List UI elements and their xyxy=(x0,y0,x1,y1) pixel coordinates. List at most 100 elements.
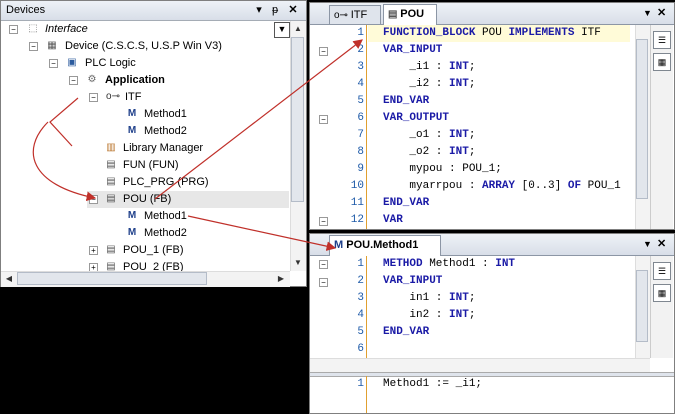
device-icon: ▦ xyxy=(47,40,57,51)
fold-var-input-icon[interactable]: − xyxy=(319,278,328,287)
fold-var-input-icon[interactable]: − xyxy=(319,47,328,56)
tab-itf[interactable]: o⊸ ITF xyxy=(329,5,381,24)
code-line[interactable]: Method1 := _i1; xyxy=(383,376,633,393)
collapse-icon[interactable]: − xyxy=(49,59,58,68)
expand-icon[interactable]: + xyxy=(89,263,98,271)
scroll-left-icon[interactable]: ◀ xyxy=(2,272,16,286)
table-view-button[interactable]: ▦ xyxy=(653,53,671,71)
code-line[interactable]: _i1 : INT; xyxy=(383,59,633,76)
method-horizontal-scrollbar[interactable] xyxy=(310,358,650,373)
plc-logic-icon: ▣ xyxy=(67,57,77,68)
code-line[interactable]: VAR_INPUT xyxy=(383,273,633,290)
tab-pou[interactable]: ▤ POU xyxy=(383,4,437,25)
text-view-button[interactable]: ☰ xyxy=(653,262,671,280)
method-scroll-thumb[interactable] xyxy=(636,270,648,342)
method-icon: M xyxy=(127,210,137,221)
code-line[interactable]: _o2 : INT; xyxy=(383,144,633,161)
devices-scroll-thumb[interactable] xyxy=(291,37,304,202)
code-line[interactable]: in2 : INT; xyxy=(383,307,633,324)
method-editor-panel: M POU.Method1 ▼ ✕ 123456 − − METHOD Meth… xyxy=(309,233,675,414)
scroll-right-icon[interactable]: ▶ xyxy=(274,272,288,286)
dropdown-arrow-icon[interactable]: ▾ xyxy=(253,4,265,16)
tree-item-pou-method2[interactable]: M Method2 xyxy=(125,225,285,242)
pou-editor-panel: o⊸ ITF ▤ POU ▼ ✕ 1 2 3 4 5 6 7 8 9 10 11 12 − − − F… xyxy=(309,2,675,230)
close-icon[interactable]: ✕ xyxy=(287,4,299,16)
tree-item-plc-logic[interactable]: − ▣ PLC Logic xyxy=(49,55,289,72)
devices-panel: Devices ▾ ᵽ ✕ − ⬚ Interface ▼ − ▦ Device… xyxy=(0,0,307,287)
tree-item-interface[interactable]: − ⬚ Interface xyxy=(9,21,279,38)
line-number: 4 xyxy=(357,309,364,321)
line-number: 3 xyxy=(357,61,364,73)
code-line[interactable]: END_VAR xyxy=(383,195,633,212)
library-books-icon: ▥ xyxy=(106,142,116,153)
tree-item-device[interactable]: − ▦ Device (C.S.C.S, U.S.P Win V3) xyxy=(29,38,289,55)
close-icon[interactable]: ✕ xyxy=(657,237,666,250)
collapse-icon[interactable]: − xyxy=(9,25,18,34)
fold-var-output-icon[interactable]: − xyxy=(319,115,328,124)
application-icon: ⚙ xyxy=(87,74,97,85)
fold-method-icon[interactable]: − xyxy=(319,260,328,269)
method-icon: M xyxy=(127,108,137,119)
tab-pou-method1[interactable]: M POU.Method1 xyxy=(329,235,441,256)
code-line[interactable]: _i2 : INT; xyxy=(383,76,633,93)
pin-icon[interactable]: ᵽ xyxy=(269,4,281,16)
collapse-icon[interactable]: − xyxy=(29,42,38,51)
close-icon[interactable]: ✕ xyxy=(657,6,666,19)
tree-item-itf[interactable]: − o⊸ ITF xyxy=(89,89,289,106)
line-number: 7 xyxy=(357,129,364,141)
scroll-up-icon[interactable]: ▲ xyxy=(291,22,305,36)
collapse-icon[interactable]: − xyxy=(69,76,78,85)
line-number-separator xyxy=(366,256,367,358)
pou-editor-tabstrip: o⊸ ITF ▤ POU ▼ ✕ xyxy=(310,3,674,25)
fold-var-icon[interactable]: − xyxy=(319,217,328,226)
code-line[interactable]: END_VAR xyxy=(383,324,633,341)
interface-icon: ⬚ xyxy=(28,23,38,34)
table-view-button[interactable]: ▦ xyxy=(653,284,671,302)
pou-document-icon: ▤ xyxy=(106,261,116,271)
code-line[interactable]: END_VAR xyxy=(383,93,633,110)
code-line[interactable]: VAR_OUTPUT xyxy=(383,110,633,127)
code-line[interactable]: in1 : INT; xyxy=(383,290,633,307)
tab-list-dropdown-icon[interactable]: ▼ xyxy=(643,8,652,18)
line-number: 11 xyxy=(350,197,364,209)
method-icon: M xyxy=(127,227,137,238)
method-icon: M xyxy=(334,239,347,251)
pou-document-icon: ▤ xyxy=(106,176,116,187)
devices-dropdown-button[interactable]: ▼ xyxy=(274,22,290,38)
line-number: 9 xyxy=(357,163,364,175)
code-line[interactable]: VAR xyxy=(383,212,633,229)
tab-list-dropdown-icon[interactable]: ▼ xyxy=(643,239,652,249)
pou-scroll-thumb[interactable] xyxy=(636,39,648,199)
expand-icon[interactable]: + xyxy=(89,246,98,255)
line-number: 5 xyxy=(357,326,364,338)
code-line[interactable]: mypou : POU_1; xyxy=(383,161,633,178)
tree-item-plc-prg[interactable]: ▤ PLC_PRG (PRG) xyxy=(104,174,289,191)
tree-item-itf-method1[interactable]: M Method1 xyxy=(125,106,285,123)
tree-item-pou[interactable]: − ▤ POU (FB) xyxy=(87,191,289,208)
code-line[interactable]: FUNCTION_BLOCK POU IMPLEMENTS ITF xyxy=(383,25,633,42)
tree-item-application[interactable]: − ⚙ Application xyxy=(69,72,289,89)
code-line[interactable]: VAR_INPUT xyxy=(383,42,633,59)
pou-document-icon: ▤ xyxy=(106,244,116,255)
collapse-icon[interactable]: − xyxy=(89,195,98,204)
tree-item-library-manager[interactable]: ▥ Library Manager xyxy=(104,140,289,157)
interface-lollipop-icon: o⊸ xyxy=(334,10,351,21)
scroll-down-icon[interactable]: ▼ xyxy=(291,256,305,270)
collapse-icon[interactable]: − xyxy=(89,93,98,102)
method-icon: M xyxy=(127,125,137,136)
tree-item-pou-1[interactable]: + ▤ POU_1 (FB) xyxy=(87,242,289,259)
devices-hscroll-thumb[interactable] xyxy=(17,272,207,285)
tree-item-pou-method1[interactable]: M Method1 xyxy=(125,208,285,225)
code-line[interactable]: METHOD Method1 : INT xyxy=(383,256,633,273)
pou-side-toolbar: ☰ ▦ xyxy=(650,25,673,229)
code-line[interactable]: myarrpou : ARRAY [0..3] OF POU_1 xyxy=(383,178,633,195)
line-number: 8 xyxy=(357,146,364,158)
text-view-button[interactable]: ☰ xyxy=(653,31,671,49)
tree-item-pou-2[interactable]: + ▤ POU_2 (FB) xyxy=(87,259,289,271)
line-number-separator xyxy=(366,25,367,229)
line-number: 1 xyxy=(357,27,364,39)
tree-item-fun[interactable]: ▤ FUN (FUN) xyxy=(104,157,289,174)
line-number: 1 xyxy=(357,378,364,390)
tree-item-itf-method2[interactable]: M Method2 xyxy=(125,123,285,140)
code-line[interactable]: _o1 : INT; xyxy=(383,127,633,144)
